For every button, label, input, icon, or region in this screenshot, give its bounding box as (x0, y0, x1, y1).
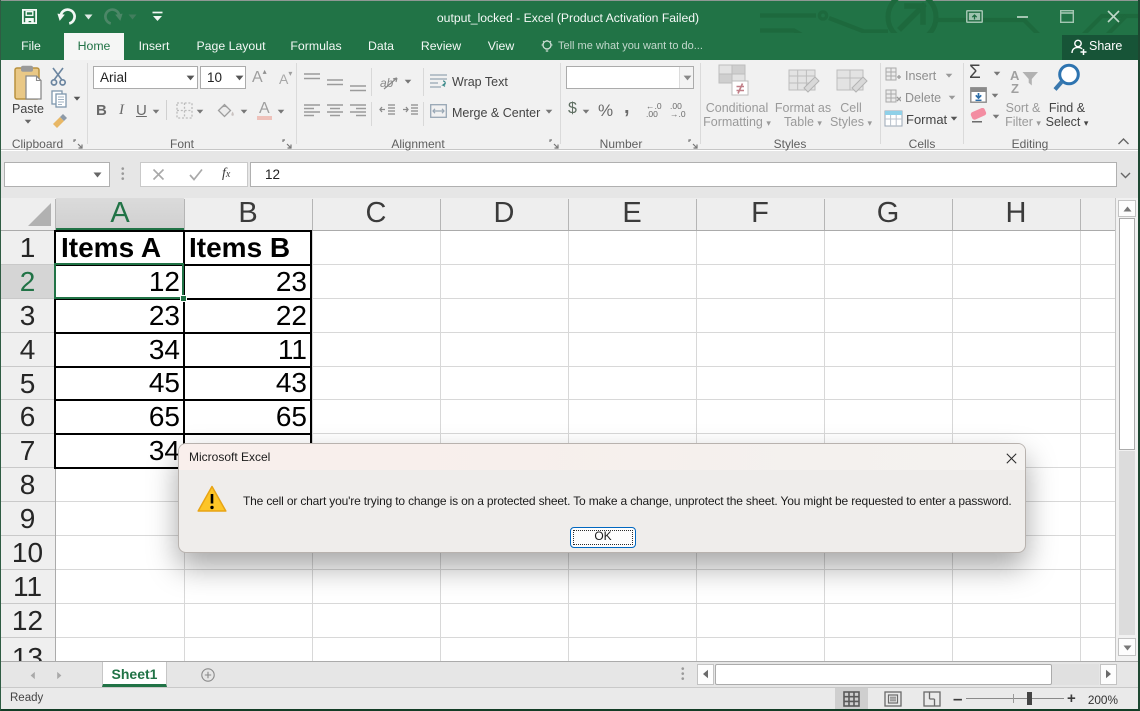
svg-text:Z: Z (1011, 81, 1019, 96)
